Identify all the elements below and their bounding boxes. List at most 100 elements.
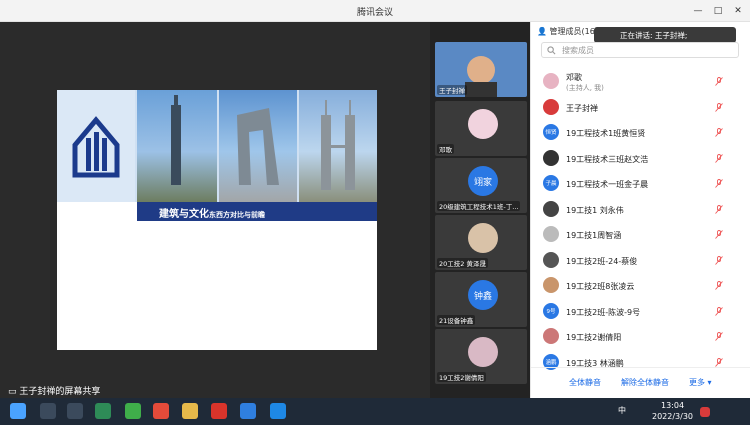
avatar bbox=[543, 200, 559, 217]
unmute-all-button[interactable]: 解除全体静音 bbox=[621, 377, 669, 388]
presentation-slide: 建筑与文化东西方对比与前瞻 bbox=[57, 90, 377, 350]
notification-icon[interactable] bbox=[700, 407, 710, 417]
member-name: 19工技1周智涵 bbox=[566, 231, 622, 240]
task-view-icon[interactable] bbox=[67, 403, 83, 419]
member-name: 19工技2班-陈波-9号 bbox=[566, 307, 641, 317]
avatar bbox=[543, 251, 559, 268]
tile-name: 王子封禅 bbox=[437, 85, 467, 95]
avatar bbox=[543, 277, 559, 293]
clock[interactable]: 13:04 2022/3/30 bbox=[652, 400, 693, 422]
minimize-button[interactable]: — bbox=[690, 3, 706, 19]
app-icon[interactable] bbox=[270, 403, 286, 419]
clock-date: 2022/3/30 bbox=[652, 412, 694, 421]
slide-title-main: 建筑与文化 bbox=[159, 209, 209, 220]
member-row[interactable]: 19工技2班-24-蔡俊 bbox=[531, 248, 750, 273]
avatar bbox=[543, 226, 559, 242]
avatar: 恒贤 bbox=[543, 124, 559, 140]
tile-name: 邓歌 bbox=[437, 144, 454, 154]
muted-mic-icon[interactable] bbox=[715, 204, 723, 214]
muted-mic-icon[interactable] bbox=[715, 179, 723, 188]
muted-mic-icon[interactable] bbox=[715, 128, 723, 137]
windows-taskbar: 中 13:04 2022/3/30 bbox=[0, 398, 750, 425]
muted-mic-icon[interactable] bbox=[715, 230, 723, 239]
tile-name: 20级建筑工程技术1班-丁... bbox=[437, 201, 521, 211]
panel-footer: 全体静音 解除全体静音 更多 ▾ bbox=[531, 367, 750, 398]
avatar bbox=[543, 328, 559, 344]
member-row[interactable]: 恒贤 19工程技术1班黄恒贤 bbox=[531, 120, 750, 145]
360-browser-icon[interactable] bbox=[125, 403, 141, 419]
chrome-icon[interactable] bbox=[153, 403, 169, 419]
more-button[interactable]: 更多 ▾ bbox=[689, 377, 712, 388]
speaking-indicator: 正在讲话: 王子封禅; bbox=[594, 27, 736, 43]
member-row[interactable]: 邓歌 (主持人, 我) bbox=[531, 69, 750, 94]
ime-indicator[interactable]: 中 bbox=[618, 405, 626, 416]
slide-subtitle: 东西方对比与前瞻 bbox=[209, 211, 265, 219]
search-icon bbox=[547, 46, 556, 55]
avatar: 9号 bbox=[543, 302, 559, 319]
member-row[interactable]: 19工技2班8张凌云 bbox=[531, 273, 750, 298]
avatar bbox=[543, 149, 559, 166]
slide-header-images bbox=[57, 90, 377, 202]
member-search-input[interactable]: 搜索成员 bbox=[541, 42, 739, 58]
file-explorer-icon[interactable] bbox=[182, 403, 198, 419]
member-name: 19工程技术三班赵文浩 bbox=[566, 154, 649, 164]
member-name: 19工技2班8张凌云 bbox=[566, 282, 635, 291]
member-name: 19工程技术1班黄恒贤 bbox=[566, 129, 646, 138]
member-row[interactable]: 9号 19工技2班-陈波-9号 bbox=[531, 299, 750, 324]
member-name: 19工技1 刘永伟 bbox=[566, 205, 624, 215]
muted-mic-icon[interactable] bbox=[715, 255, 723, 265]
member-name: 王子封禅 bbox=[566, 103, 598, 113]
muted-mic-icon[interactable] bbox=[715, 332, 723, 341]
video-tile[interactable]: 20工技2 黄泽晟 bbox=[435, 215, 527, 270]
video-tile[interactable]: 王子封禅 bbox=[435, 42, 527, 97]
muted-mic-icon[interactable] bbox=[715, 102, 723, 112]
tencent-meeting-icon[interactable] bbox=[240, 403, 256, 419]
members-icon: 👤 bbox=[537, 27, 547, 36]
muted-mic-icon[interactable] bbox=[715, 357, 723, 367]
avatar bbox=[543, 73, 559, 89]
members-panel: 👤 管理成员(167) 正在讲话: 王子封禅; 搜索成员 邓歌 (主持人, 我) 王… bbox=[530, 22, 750, 398]
start-icon[interactable] bbox=[10, 403, 26, 419]
slide-title: 建筑与文化东西方对比与前瞻 bbox=[159, 205, 265, 220]
tile-name: 21设备钟鑫 bbox=[437, 315, 476, 325]
muted-mic-icon[interactable] bbox=[715, 153, 723, 163]
browser-icon[interactable] bbox=[95, 403, 111, 419]
member-row[interactable]: 19工技2谢倩阳 bbox=[531, 324, 750, 349]
member-name: 19工程技术一班金子晨 bbox=[566, 180, 649, 189]
avatar: 翊家 bbox=[468, 166, 498, 196]
share-status-bar: ▭ 王子封禅的屏幕共享 bbox=[0, 382, 430, 398]
search-icon[interactable] bbox=[40, 403, 56, 419]
tile-name: 20工技2 黄泽晟 bbox=[437, 258, 488, 268]
video-tiles-column: 王子封禅 邓歌 翊家 20级建筑工程技术1班-丁... 20工技2 黄泽晟 钟鑫… bbox=[430, 22, 530, 398]
muted-mic-icon[interactable] bbox=[715, 77, 723, 86]
video-tile[interactable]: 19工技2谢倩阳 bbox=[435, 329, 527, 384]
mute-all-button[interactable]: 全体静音 bbox=[569, 377, 601, 388]
video-tile[interactable]: 钟鑫 21设备钟鑫 bbox=[435, 272, 527, 327]
wps-icon[interactable] bbox=[211, 403, 227, 419]
member-role: (主持人, 我) bbox=[566, 84, 604, 92]
screen-share-icon: ▭ bbox=[8, 387, 17, 397]
member-row[interactable]: 19工程技术三班赵文浩 bbox=[531, 146, 750, 171]
member-row[interactable]: 19工技1 刘永伟 bbox=[531, 197, 750, 222]
muted-mic-icon[interactable] bbox=[715, 306, 723, 316]
avatar bbox=[468, 109, 498, 139]
search-placeholder: 搜索成员 bbox=[562, 46, 594, 55]
title-bar: 腾讯会议 — □ ✕ bbox=[0, 0, 750, 22]
member-name: 19工技2谢倩阳 bbox=[566, 333, 622, 342]
building-photo-taipei bbox=[137, 90, 217, 202]
muted-mic-icon[interactable] bbox=[715, 281, 723, 290]
maximize-button[interactable]: □ bbox=[710, 3, 726, 19]
screen-share-text: 王子封禅的屏幕共享 bbox=[19, 387, 101, 397]
avatar: 子晨 bbox=[543, 175, 559, 191]
member-row[interactable]: 子晨 19工程技术一班金子晨 bbox=[531, 171, 750, 196]
screen-share-label: ▭ 王子封禅的屏幕共享 bbox=[8, 384, 100, 397]
close-button[interactable]: ✕ bbox=[730, 3, 746, 19]
avatar: 钟鑫 bbox=[468, 280, 498, 310]
video-tile[interactable]: 翊家 20级建筑工程技术1班-丁... bbox=[435, 158, 527, 213]
building-photo-cctv bbox=[219, 90, 297, 202]
school-logo bbox=[57, 90, 135, 202]
member-row[interactable]: 19工技1周智涵 bbox=[531, 222, 750, 247]
member-row[interactable]: 王子封禅 bbox=[531, 95, 750, 120]
window-title: 腾讯会议 bbox=[356, 8, 393, 18]
video-tile[interactable]: 邓歌 bbox=[435, 101, 527, 156]
